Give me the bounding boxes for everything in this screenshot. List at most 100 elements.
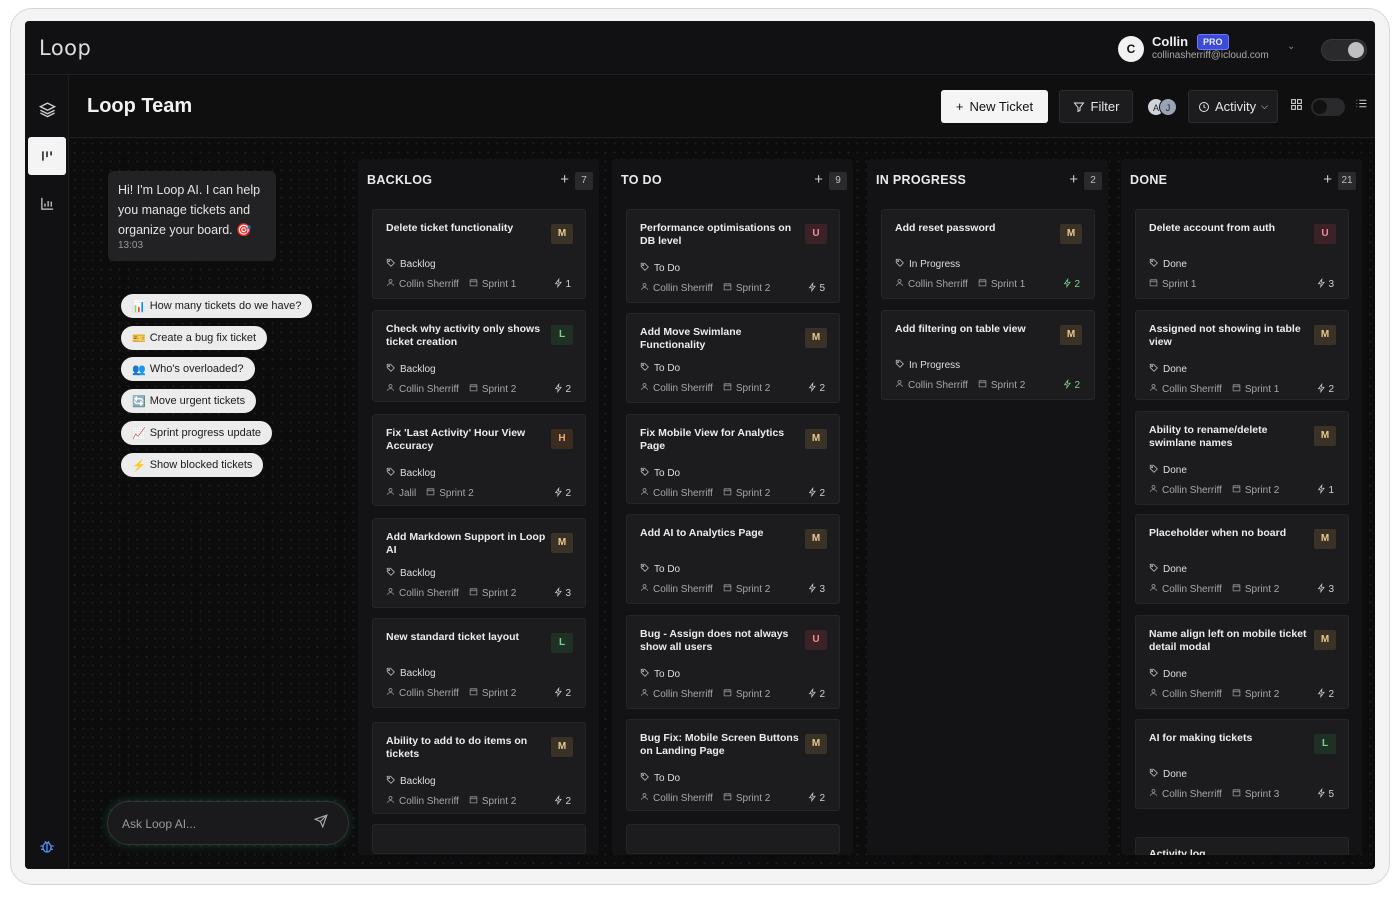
filter-button[interactable]: Filter: [1059, 90, 1133, 123]
tag-icon: [640, 467, 650, 480]
points-value: 1: [1328, 485, 1334, 496]
suggestion-label: Who's overloaded?: [149, 363, 244, 375]
column-count: 2: [1084, 172, 1102, 190]
ticket-card[interactable]: Check why activity only shows ticket cre…: [372, 310, 586, 402]
theme-toggle[interactable]: [1321, 39, 1367, 61]
ticket-card[interactable]: Ability to add to do items on tickets M Ba…: [372, 722, 586, 814]
ticket-status: Done: [1149, 464, 1187, 477]
story-points: 5: [1317, 787, 1334, 801]
ticket-card[interactable]: Placeholder when no board M Done Collin She…: [1135, 514, 1349, 604]
filter-icon: [1073, 102, 1085, 112]
add-ticket-icon[interactable]: +: [1323, 171, 1332, 188]
view-toggle[interactable]: [1311, 98, 1345, 116]
status-label: Backlog: [400, 776, 436, 787]
ticket-card[interactable]: Delete ticket functionality M Backlog Colli…: [372, 209, 586, 299]
activity-dropdown[interactable]: Activity ⌵: [1188, 90, 1278, 123]
ticket-card[interactable]: AI for making tickets L Done Collin Sherrif…: [1135, 719, 1349, 809]
ticket-card[interactable]: Add reset password M In Progress Collin She…: [881, 209, 1095, 299]
points-value: 2: [1328, 384, 1334, 395]
ai-suggestion-chip[interactable]: 🎫 Create a bug fix ticket: [121, 326, 268, 350]
calendar-icon: [723, 382, 732, 394]
ticket-meta: Collin Sherriff Sprint 2: [1149, 688, 1279, 700]
ticket-card[interactable]: Fix Mobile View for Analytics Page M To Do…: [626, 414, 840, 504]
ticket-card[interactable]: Add Move Swimlane Functionality M To Do Col…: [626, 313, 840, 403]
ticket-title: AI for making tickets: [1149, 732, 1253, 744]
status-label: To Do: [654, 773, 681, 784]
ticket-card[interactable]: Ability to rename/delete swimlane names M…: [1135, 411, 1349, 505]
story-points: 3: [554, 586, 571, 600]
layers-icon[interactable]: [28, 90, 66, 128]
calendar-icon: [1232, 688, 1241, 700]
ticket-card[interactable]: Assigned not showing in table view M Done C…: [1135, 310, 1349, 400]
ticket-status: Backlog: [386, 667, 436, 680]
calendar-icon: [723, 688, 732, 700]
priority-badge: M: [551, 737, 573, 757]
send-icon[interactable]: [313, 814, 328, 831]
column-backlog: BACKLOG +7 Delete ticket functionality M Bac…: [358, 159, 599, 855]
status-label: Done: [1163, 465, 1187, 476]
ai-suggestion-chip[interactable]: ⚡ Show blocked tickets: [121, 453, 264, 477]
member-avatars[interactable]: A J: [1147, 98, 1179, 116]
plus-icon: +: [955, 99, 964, 114]
ticket-card[interactable]: Add AI to Analytics Page M To Do Collin She…: [626, 514, 840, 604]
bug-icon[interactable]: [39, 838, 55, 858]
ask-ai-input[interactable]: [122, 814, 302, 834]
ticket-status: To Do: [640, 772, 680, 785]
suggestion-icon: 🎫: [132, 332, 146, 345]
ticket-card[interactable]: Performance optimisations on DB level U To…: [626, 209, 840, 303]
assignee: Collin Sherriff: [653, 792, 713, 804]
ticket-card[interactable]: Delete account from auth U Done Sprint 1 3: [1135, 209, 1349, 299]
status-label: To Do: [654, 564, 681, 575]
ticket-card[interactable]: [626, 824, 840, 854]
ticket-card[interactable]: Name align left on mobile ticket detail …: [1135, 615, 1349, 709]
ticket-meta: Collin Sherriff Sprint 2: [386, 383, 516, 395]
tag-icon: [895, 258, 905, 271]
analytics-icon[interactable]: [28, 184, 66, 222]
app-logo[interactable]: Loop: [39, 36, 91, 60]
ticket-meta: Collin Sherriff Sprint 2: [895, 379, 1025, 391]
story-points: 2: [1317, 687, 1334, 701]
sprint: Sprint 2: [735, 282, 771, 294]
bolt-icon: [554, 794, 563, 808]
points-value: 3: [819, 584, 825, 595]
add-ticket-icon[interactable]: +: [1069, 171, 1078, 188]
calendar-icon: [469, 278, 478, 290]
user-icon: [1149, 484, 1158, 496]
user-icon: [386, 795, 395, 807]
ticket-title: New standard ticket layout: [386, 631, 520, 643]
suggestion-label: Create a bug fix ticket: [149, 332, 257, 344]
ticket-card[interactable]: Bug - Assign does not always show all us…: [626, 615, 840, 709]
ai-suggestion-chip[interactable]: 🔄 Move urgent tickets: [121, 389, 257, 413]
sprint: Sprint 1: [990, 278, 1026, 290]
sprint: Sprint 2: [990, 379, 1026, 391]
bolt-icon: [808, 381, 817, 395]
ticket-card[interactable]: Fix 'Last Activity' Hour View Accuracy H B…: [372, 414, 586, 506]
user-icon: [640, 688, 649, 700]
sprint: Sprint 2: [1244, 583, 1280, 595]
ticket-card[interactable]: Add Markdown Support in Loop AI M Backlog C…: [372, 518, 586, 608]
story-points: 2: [1317, 382, 1334, 396]
add-ticket-icon[interactable]: +: [560, 171, 569, 188]
ai-suggestion-chip[interactable]: 📈 Sprint progress update: [121, 421, 272, 445]
chevron-down-icon[interactable]: ⌄: [1287, 41, 1295, 52]
bolt-icon: [1317, 687, 1326, 701]
ticket-card[interactable]: Activity log: [1135, 837, 1349, 855]
grid-view-icon[interactable]: [1290, 98, 1303, 114]
new-ticket-button[interactable]: + New Ticket: [941, 90, 1048, 123]
ticket-status: Done: [1149, 668, 1187, 681]
ticket-card[interactable]: [372, 824, 586, 854]
add-ticket-icon[interactable]: +: [814, 171, 823, 188]
list-view-icon[interactable]: [1355, 97, 1368, 113]
sprint: Sprint 2: [735, 583, 771, 595]
column-done: DONE +21 Delete account from auth U Done Spri…: [1121, 159, 1362, 855]
ai-suggestion-chip[interactable]: 👥 Who's overloaded?: [121, 357, 255, 381]
priority-badge: H: [551, 429, 573, 449]
tag-icon: [640, 772, 650, 785]
ai-suggestion-chip[interactable]: 📊 How many tickets do we have?: [121, 294, 313, 318]
tag-icon: [1149, 563, 1159, 576]
ticket-card[interactable]: New standard ticket layout L Backlog Collin…: [372, 618, 586, 708]
ticket-status: Done: [1149, 258, 1187, 271]
ticket-card[interactable]: Add filtering on table view M In Progress C…: [881, 310, 1095, 400]
ticket-card[interactable]: Bug Fix: Mobile Screen Buttons on Landin…: [626, 719, 840, 811]
board-icon[interactable]: [28, 137, 66, 175]
